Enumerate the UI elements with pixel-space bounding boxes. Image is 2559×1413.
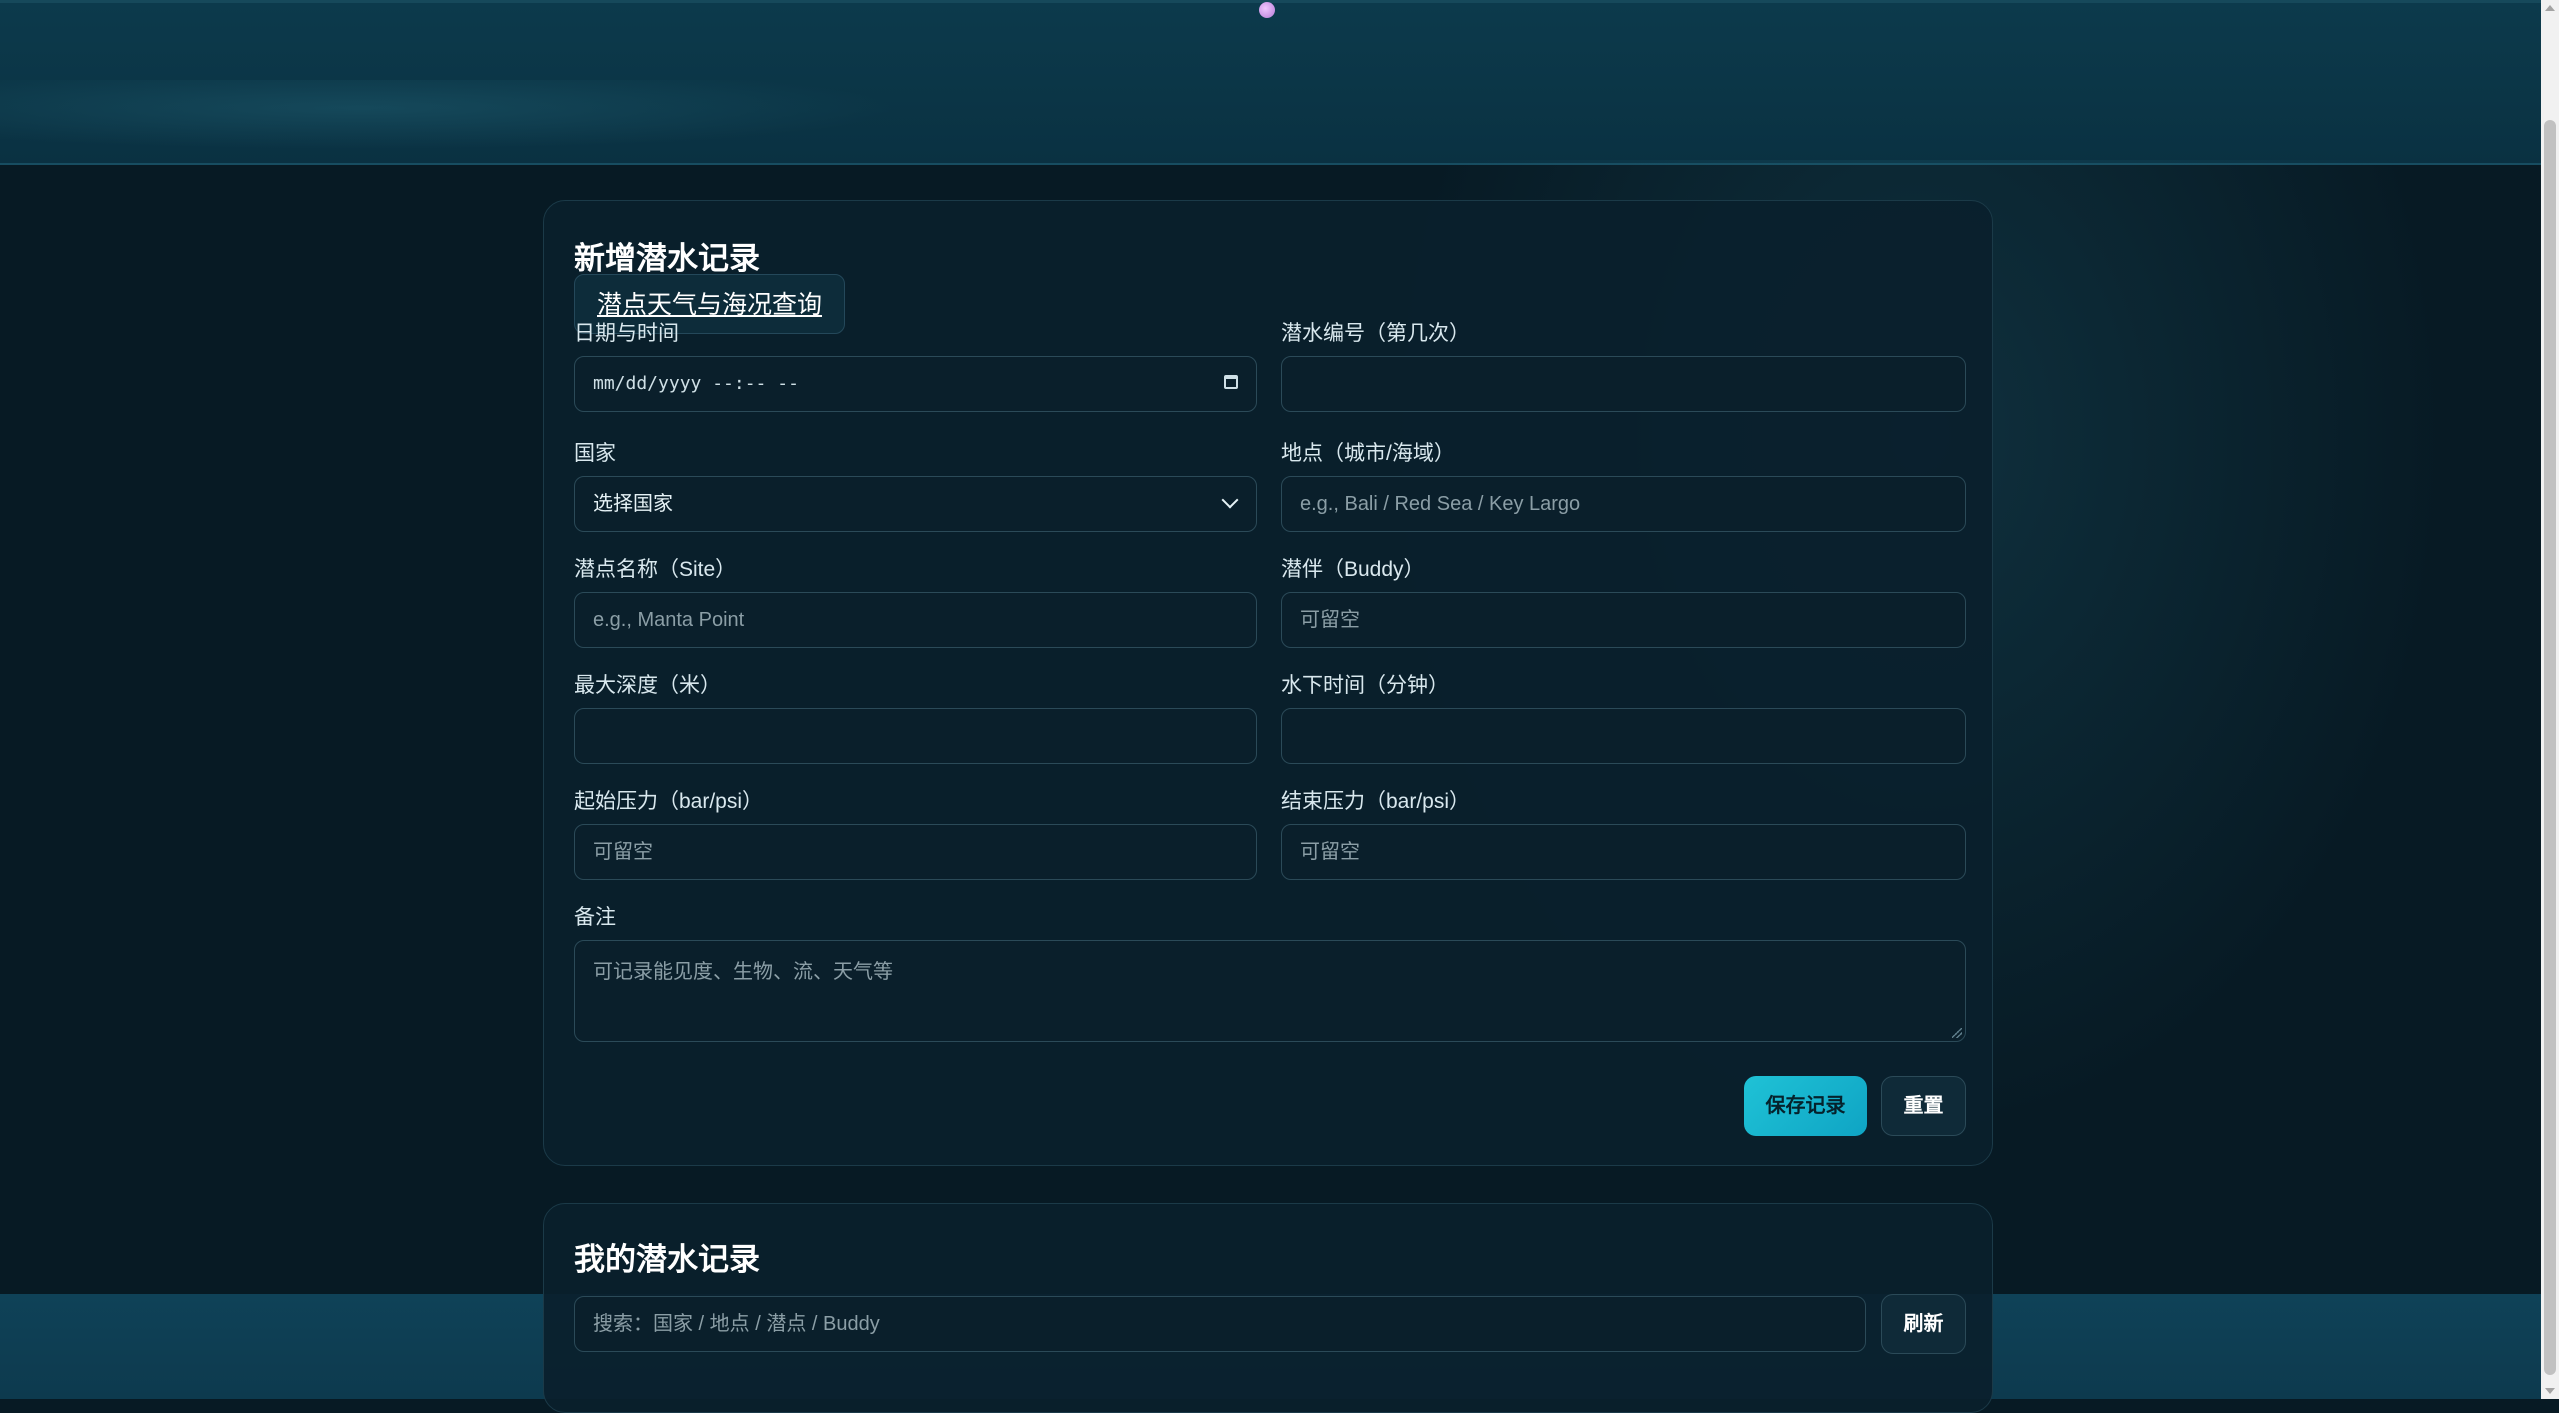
datetime-field: 日期与时间 mm/dd/yyyy --:-- --: [574, 321, 1257, 412]
records-title: 我的潜水记录: [574, 1242, 760, 1277]
country-select[interactable]: 选择国家: [574, 476, 1257, 532]
location-input[interactable]: e.g., Bali / Red Sea / Key Largo: [1281, 476, 1966, 532]
datetime-input[interactable]: mm/dd/yyyy --:-- --: [574, 356, 1257, 412]
location-label: 地点（城市/海域）: [1281, 442, 1455, 465]
buddy-field: 潜伴（Buddy） 可留空: [1281, 557, 1966, 648]
dive-number-input[interactable]: [1281, 356, 1966, 412]
notes-label: 备注: [574, 906, 616, 929]
end-pressure-label: 结束压力（bar/psi）: [1281, 790, 1471, 813]
max-depth-label: 最大深度（米）: [574, 674, 721, 697]
buddy-input[interactable]: 可留空: [1281, 592, 1966, 648]
scrollbar-thumb[interactable]: [2544, 120, 2556, 1375]
country-label: 国家: [574, 442, 616, 465]
header-wave: [0, 80, 900, 150]
site-field: 潜点名称（Site） e.g., Manta Point: [574, 557, 1257, 648]
max-depth-field: 最大深度（米）: [574, 673, 1257, 764]
bottom-time-label: 水下时间（分钟）: [1281, 674, 1449, 697]
new-dive-form-card: 新增潜水记录 潜点天气与海况查询 日期与时间 mm/dd/yyyy --:-- …: [543, 200, 1993, 1166]
country-selected-value: 选择国家: [593, 493, 673, 515]
chevron-down-icon: [1221, 491, 1239, 509]
end-pressure-input[interactable]: 可留空: [1281, 824, 1966, 880]
buddy-label: 潜伴（Buddy）: [1281, 558, 1425, 581]
search-input[interactable]: 搜索：国家 / 地点 / 潜点 / Buddy: [574, 1296, 1866, 1352]
datetime-label: 日期与时间: [574, 322, 679, 345]
refresh-button[interactable]: 刷新: [1881, 1294, 1966, 1354]
start-pressure-field: 起始压力（bar/psi） 可留空: [574, 789, 1257, 880]
header-banner: [0, 0, 2541, 165]
bottom-time-input[interactable]: [1281, 708, 1966, 764]
datetime-value: mm/dd/yyyy --:-- --: [593, 373, 799, 394]
dive-records-card: 我的潜水记录 搜索：国家 / 地点 / 潜点 / Buddy 刷新: [543, 1203, 1993, 1413]
start-pressure-input[interactable]: 可留空: [574, 824, 1257, 880]
site-label: 潜点名称（Site）: [574, 558, 737, 581]
country-field: 国家 选择国家: [574, 441, 1257, 532]
dive-number-label: 潜水编号（第几次）: [1281, 322, 1470, 345]
dive-number-field: 潜水编号（第几次）: [1281, 321, 1966, 412]
notes-placeholder: 可记录能见度、生物、流、天气等: [593, 961, 893, 983]
bottom-time-field: 水下时间（分钟）: [1281, 673, 1966, 764]
reset-button[interactable]: 重置: [1881, 1076, 1966, 1136]
scroll-up-icon[interactable]: [2545, 5, 2555, 11]
site-input[interactable]: e.g., Manta Point: [574, 592, 1257, 648]
calendar-icon[interactable]: [1224, 375, 1238, 389]
start-pressure-label: 起始压力（bar/psi）: [574, 790, 764, 813]
indicator-dot: [1259, 2, 1275, 18]
location-field: 地点（城市/海域） e.g., Bali / Red Sea / Key Lar…: [1281, 441, 1966, 532]
notes-field: 备注 可记录能见度、生物、流、天气等: [574, 905, 1966, 1042]
scroll-down-icon[interactable]: [2545, 1388, 2555, 1394]
page-scrollbar[interactable]: [2541, 0, 2559, 1399]
save-button[interactable]: 保存记录: [1744, 1076, 1867, 1136]
notes-textarea[interactable]: 可记录能见度、生物、流、天气等: [574, 940, 1966, 1042]
resize-grip-icon[interactable]: [1952, 1028, 1962, 1038]
max-depth-input[interactable]: [574, 708, 1257, 764]
form-title: 新增潜水记录: [574, 241, 760, 276]
end-pressure-field: 结束压力（bar/psi） 可留空: [1281, 789, 1966, 880]
